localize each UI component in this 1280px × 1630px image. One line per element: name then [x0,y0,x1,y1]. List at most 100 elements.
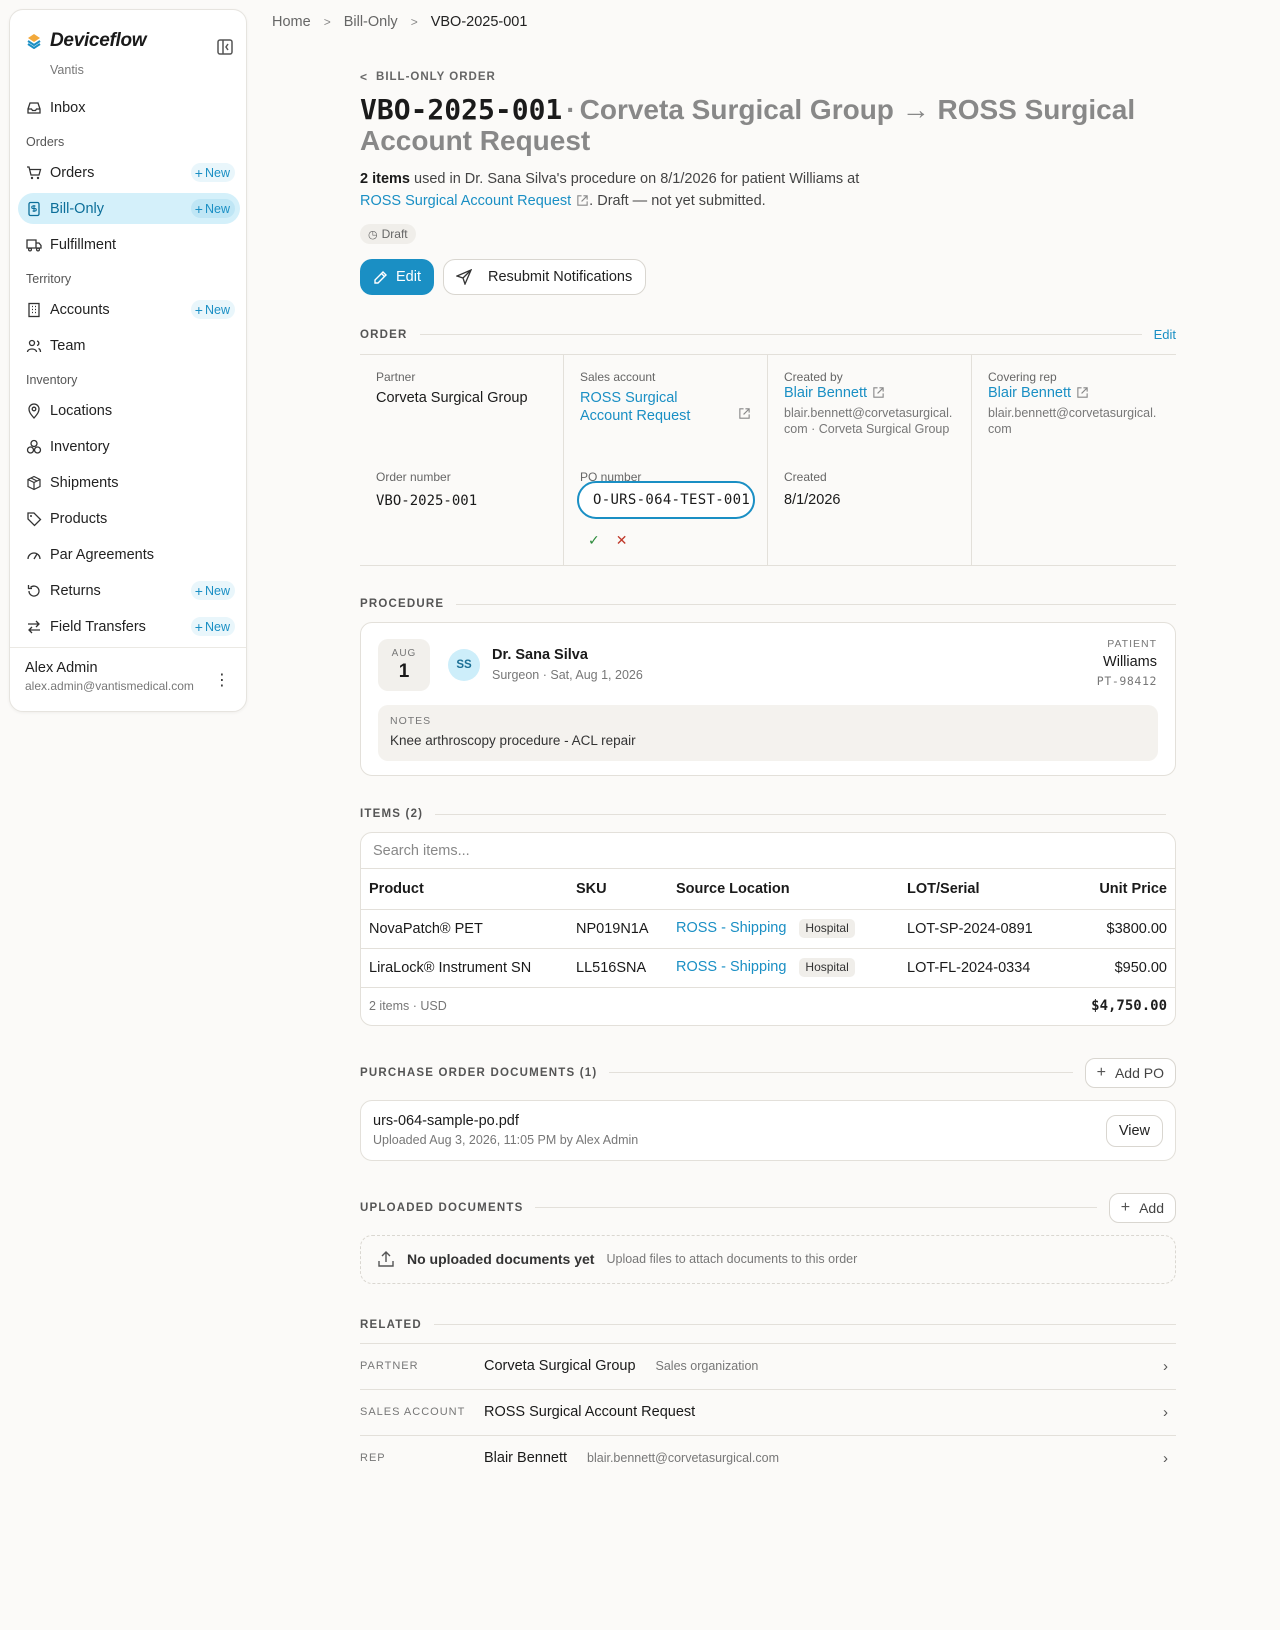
sidebar-nav: Inbox Orders Orders + New Bill-Only + New … [18,92,240,647]
sales-account-link[interactable]: ROSS Surgical Account Request [580,389,710,425]
sidebar-item-fulfillment[interactable]: Fulfillment [18,229,240,260]
order-edit-link[interactable]: Edit [1154,327,1176,342]
uploaded-documents-empty[interactable]: No uploaded documents yet Upload files t… [360,1234,1176,1284]
divider [433,1324,1176,1325]
order-number-label: Order number [376,470,451,484]
related-label: REP [360,1452,386,1464]
sidebar-item-label: Accounts [50,301,110,318]
related-row-partner[interactable]: PARTNER Corveta Surgical Group Sales org… [360,1342,1176,1389]
related-sub: blair.bennett@corvetasurgical.com [587,1451,779,1465]
item-location-link[interactable]: ROSS - Shipping [676,920,786,936]
item-location[interactable]: ROSS - Shipping Hospital [668,909,899,949]
related-section-header: RELATED [360,1319,1176,1331]
map-pin-icon [28,402,40,419]
nav-section-inventory: Inventory [26,373,78,387]
sidebar-item-bill-only[interactable]: Bill-Only + New [18,193,240,224]
item-location-link[interactable]: ROSS - Shipping [676,959,786,975]
procedure-day: 1 [398,661,410,682]
external-link-icon[interactable] [738,407,751,420]
more-vertical-icon[interactable]: ⋮ [214,670,230,690]
location-type-badge: Hospital [799,958,855,977]
related-row-sales-account[interactable]: SALES ACCOUNT ROSS Surgical Account Requ… [360,1388,1176,1435]
add-document-button[interactable]: + Add [1108,1192,1176,1223]
created-by-link[interactable]: Blair Bennett [784,385,885,401]
new-return-button[interactable]: + New [190,581,235,600]
users-icon [26,339,42,352]
related-label: SALES ACCOUNT [360,1406,466,1418]
new-account-button[interactable]: + New [190,300,235,319]
send-icon [456,269,472,285]
sidebar-item-label: Inbox [50,99,86,116]
sidebar-item-par-agreements[interactable]: Par Agreements [18,539,240,570]
items-search-input[interactable]: Search items... [361,833,1175,869]
rotate-ccw-icon [27,584,40,597]
po-edit-actions: ✓ ✕ [588,532,643,549]
nav-section-orders: Orders [26,135,65,149]
sidebar-item-inbox[interactable]: Inbox [18,92,240,123]
items-table: Product SKU Source Location LOT/Serial U… [361,869,1175,988]
col-sku[interactable]: SKU [568,869,668,910]
items-count: 2 items · USD [369,999,447,1013]
table-header-row: Product SKU Source Location LOT/Serial U… [361,869,1175,910]
order-col-covering-rep: Covering rep Blair Bennett blair.bennett… [972,355,1176,565]
col-unit-price[interactable]: Unit Price [1072,869,1175,910]
sidebar-item-orders[interactable]: Orders + New [18,157,240,188]
user-profile[interactable]: Alex Admin alex.admin@vantismedical.com … [10,647,246,705]
sidebar-item-products[interactable]: Products [18,503,240,534]
col-lot-serial[interactable]: LOT/Serial [899,869,1073,910]
po-file-meta: Uploaded Aug 3, 2026, 11:05 PM by Alex A… [373,1132,639,1147]
sidebar-item-accounts[interactable]: Accounts + New [18,294,240,325]
chevron-right-icon: › [1163,1403,1168,1421]
sidebar-item-team[interactable]: Team [18,330,240,361]
sidebar-item-field-transfers[interactable]: Field Transfers + New [18,611,240,642]
org-name: Vantis [50,63,84,77]
sidebar-item-shipments[interactable]: Shipments [18,467,240,498]
resubmit-notifications-button[interactable]: Resubmit Notifications [443,259,647,295]
item-product: NovaPatch® PET [361,909,568,949]
covering-rep-link[interactable]: Blair Bennett [988,385,1089,401]
new-bill-only-button[interactable]: + New [190,199,235,218]
new-order-button[interactable]: + New [190,163,235,182]
new-field-transfer-button[interactable]: + New [190,617,235,636]
breadcrumb-home[interactable]: Home [272,14,311,30]
related-row-rep[interactable]: REP Blair Bennett blair.bennett@corvetas… [360,1434,1176,1481]
partner-value: Corveta Surgical Group [376,390,528,406]
notes-text: Knee arthroscopy procedure - ACL repair [390,733,636,748]
back-link[interactable]: < BILL-ONLY ORDER [360,70,1176,84]
external-link-icon [577,195,588,206]
sidebar-item-returns[interactable]: Returns + New [18,575,240,606]
brand[interactable]: Deviceflow [26,30,147,52]
table-row[interactable]: NovaPatch® PET NP019N1A ROSS - Shipping H… [361,909,1175,949]
pencil-icon [374,270,387,284]
col-product[interactable]: Product [361,869,568,910]
order-number-value: VBO-2025-001 [376,493,478,509]
new-label: New [204,201,230,216]
created-label: Created [784,470,827,484]
add-po-button[interactable]: + Add PO [1084,1057,1176,1088]
divider [435,813,1166,815]
po-number-input[interactable]: O-URS-064-TEST-001 [577,481,755,519]
edit-button[interactable]: Edit [360,259,434,295]
breadcrumb-bill-only[interactable]: Bill-Only [344,14,398,30]
clock-icon: ◷ [368,228,378,241]
check-icon[interactable]: ✓ [588,532,600,549]
sidebar-item-label: Fulfillment [50,236,117,253]
close-icon[interactable]: ✕ [616,532,628,549]
table-row[interactable]: LiraLock® Instrument SN LL516SNA ROSS - … [361,948,1175,988]
items-card: Search items... Product SKU Source Locat… [360,832,1176,1026]
item-location[interactable]: ROSS - Shipping Hospital [668,948,899,988]
view-po-button[interactable]: View [1105,1114,1163,1147]
sidebar-item-inventory[interactable]: Inventory [18,431,240,462]
sidebar-item-label: Team [50,337,86,354]
created-field: Created 8/1/2026 [784,470,840,509]
breadcrumb: Home > Bill-Only > VBO-2025-001 [272,14,527,30]
package-icon [27,475,41,490]
col-source-location[interactable]: Source Location [668,869,899,910]
sidebar-item-locations[interactable]: Locations [18,395,240,426]
order-section-header: ORDER Edit [360,327,1176,342]
summary-account-link[interactable]: ROSS Surgical Account Request [360,193,589,209]
related-sub: Sales organization [655,1359,759,1373]
items-footer: 2 items · USD $4,750.00 [361,988,1175,1025]
new-label: New [204,619,230,634]
collapse-sidebar-icon[interactable] [216,38,234,56]
